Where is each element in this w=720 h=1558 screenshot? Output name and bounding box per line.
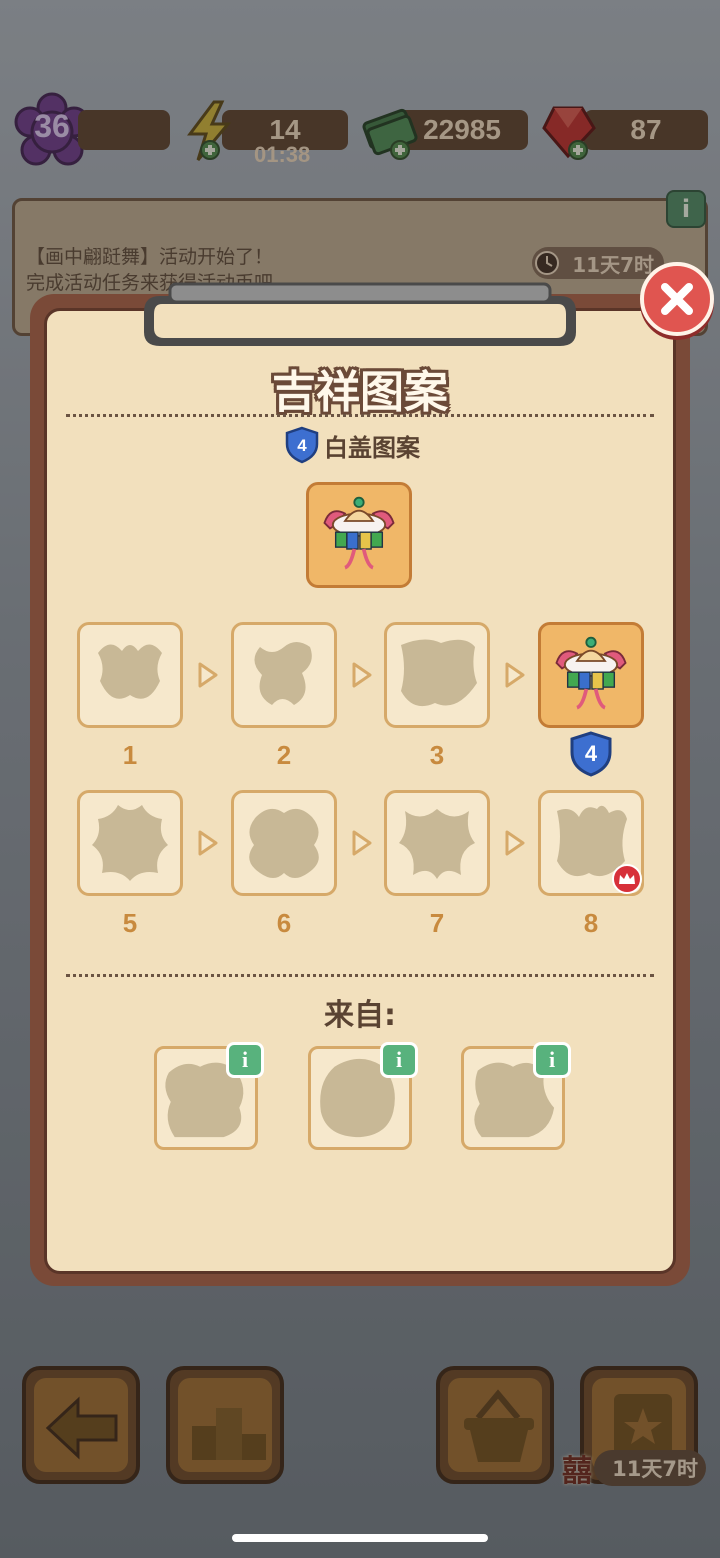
source-3-info-button[interactable]: i: [533, 1042, 571, 1078]
info-icon: i: [548, 1047, 556, 1072]
close-button[interactable]: [640, 262, 714, 336]
info-icon: i: [241, 1047, 249, 1072]
crown-icon: [619, 873, 635, 884]
chain-label-8: 8: [583, 908, 599, 938]
locked-silhouette-icon: [92, 805, 168, 881]
current-level-number: 4: [585, 741, 598, 766]
chain-label-6: 6: [276, 908, 292, 938]
close-icon: [661, 283, 693, 315]
info-icon: i: [395, 1047, 403, 1072]
source-divider: [66, 974, 654, 977]
locked-silhouette-icon: [401, 639, 477, 707]
chain-item-2[interactable]: [231, 622, 337, 728]
premium-crown-badge: [612, 864, 642, 894]
locked-silhouette-icon: [399, 809, 475, 879]
source-2-info-button[interactable]: i: [380, 1042, 418, 1078]
source-heading: 来自:: [324, 998, 396, 1033]
chain-label-3: 3: [429, 740, 445, 770]
chain-label-1: 1: [122, 740, 138, 770]
locked-silhouette-icon: [254, 642, 312, 705]
featured-item-tile: [306, 482, 412, 588]
chevron-right-icon: [505, 662, 525, 688]
chain-label-7: 7: [429, 908, 445, 938]
item-name: 白盖图案: [324, 433, 420, 462]
level-shield-icon: 4: [285, 426, 319, 464]
chain-item-6[interactable]: [231, 790, 337, 896]
title-divider: [66, 414, 654, 417]
locked-silhouette-icon: [98, 644, 162, 699]
white-canopy-icon: [555, 636, 627, 710]
chevron-right-icon: [198, 830, 218, 856]
chain-label-5: 5: [122, 908, 138, 938]
item-level-number: 4: [297, 436, 307, 455]
dialog-title: 吉祥图案: [272, 367, 448, 418]
chevron-right-icon: [505, 830, 525, 856]
chain-item-3[interactable]: [384, 622, 490, 728]
chevron-right-icon: [198, 662, 218, 688]
chain-item-4-current[interactable]: [538, 622, 644, 728]
item-heading: 4 白盖图案: [284, 426, 420, 464]
chevron-right-icon: [352, 662, 372, 688]
white-canopy-icon: [323, 496, 395, 570]
chain-item-7[interactable]: [384, 790, 490, 896]
source-1-info-button[interactable]: i: [226, 1042, 264, 1078]
chain-item-5[interactable]: [77, 790, 183, 896]
chain-item-1[interactable]: [77, 622, 183, 728]
home-indicator[interactable]: [232, 1534, 488, 1542]
chain-label-2: 2: [276, 740, 292, 770]
locked-silhouette-icon: [249, 808, 319, 878]
clipboard-clip: [144, 282, 576, 346]
chevron-right-icon: [352, 830, 372, 856]
current-level-shield-icon: 4: [570, 731, 612, 777]
